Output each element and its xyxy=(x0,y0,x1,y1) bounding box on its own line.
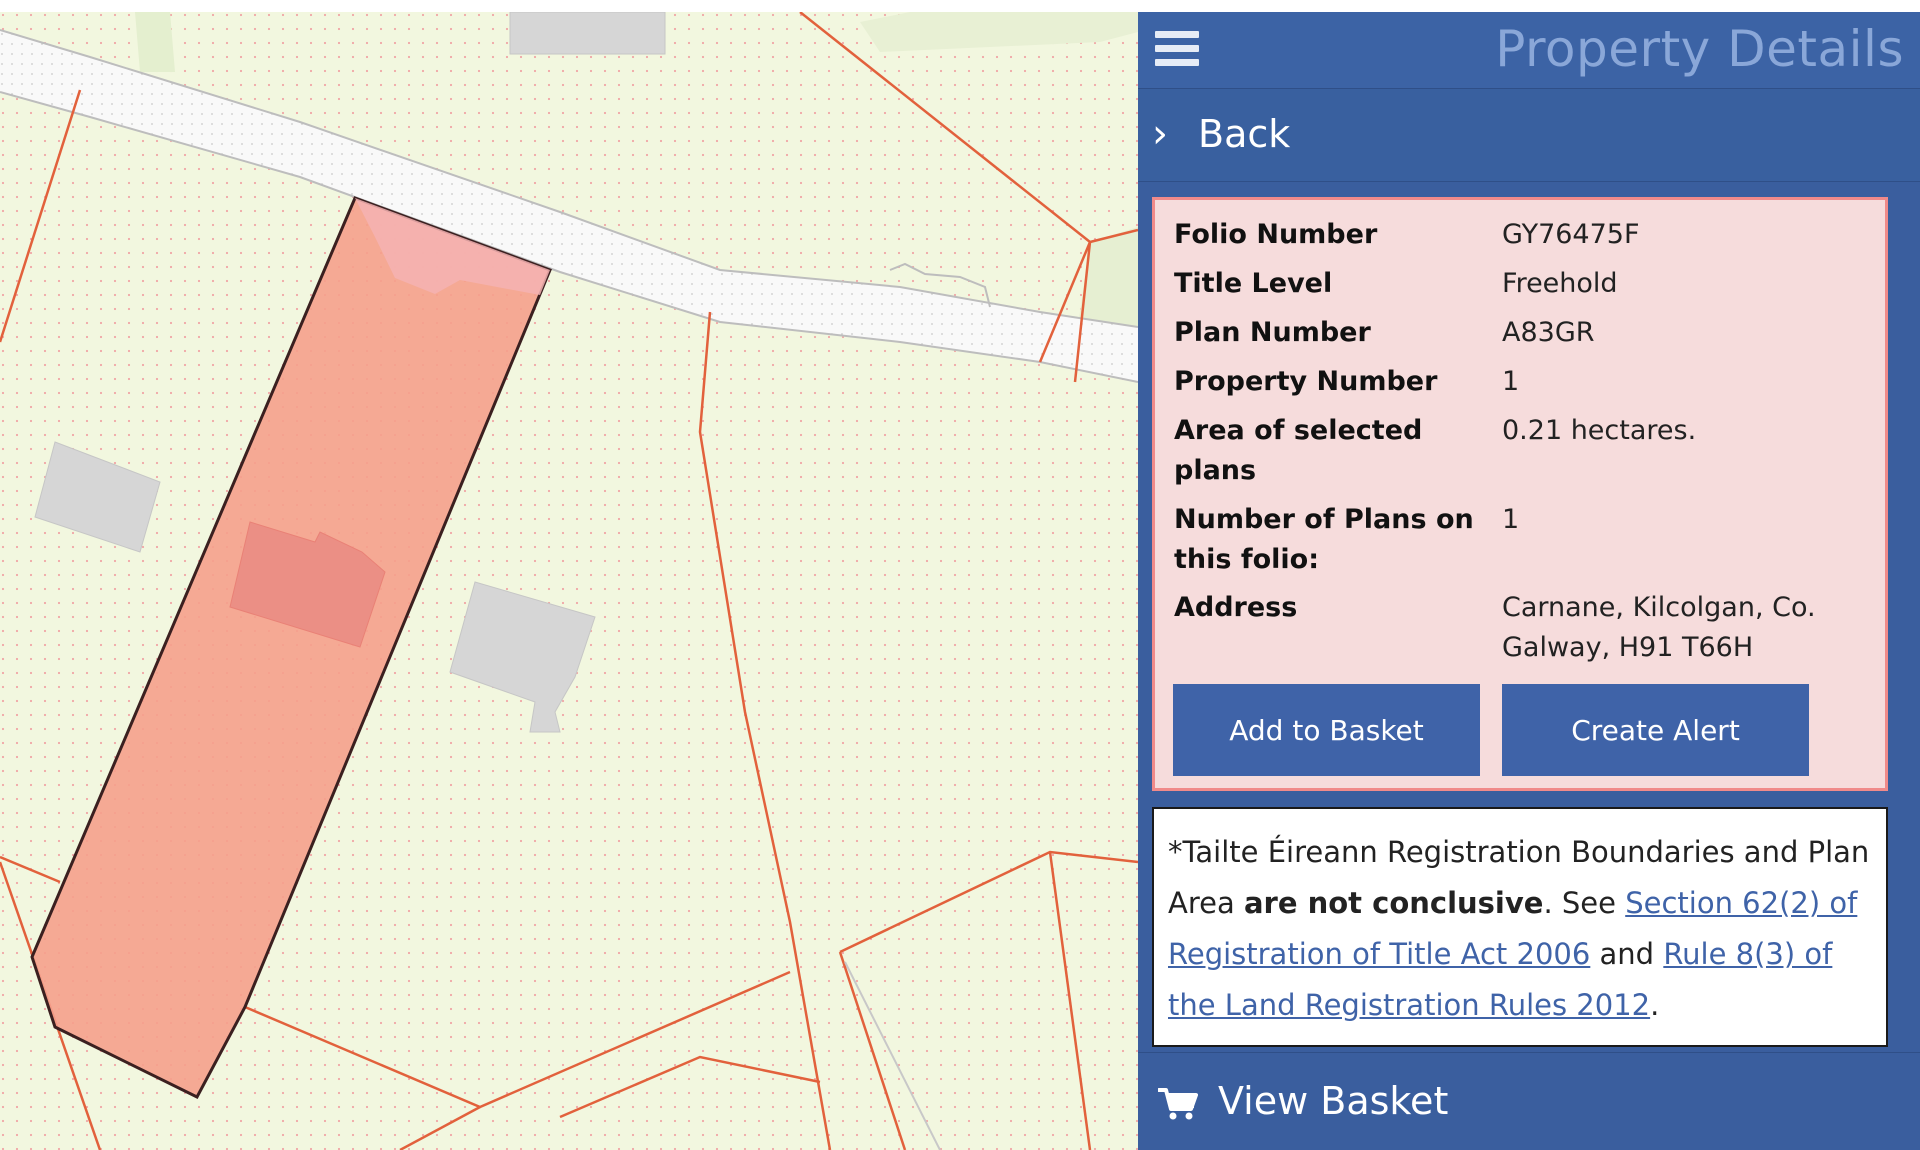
panel-title: Property Details xyxy=(1495,20,1904,78)
hamburger-menu-icon[interactable] xyxy=(1155,29,1199,69)
detail-value: 1 xyxy=(1502,366,1520,397)
detail-value: 1 xyxy=(1502,504,1520,535)
detail-label: Plan Number xyxy=(1174,317,1371,348)
create-alert-button[interactable]: Create Alert xyxy=(1502,684,1809,776)
panel-header: Property Details xyxy=(1138,12,1920,88)
detail-value: Carnane, Kilcolgan, Co. Galway, H91 T66H xyxy=(1502,592,1816,663)
map-view[interactable] xyxy=(0,12,1138,1150)
disclaimer-text: . xyxy=(1650,988,1660,1022)
disclaimer-text: . See xyxy=(1543,886,1626,920)
disclaimer-text: and xyxy=(1590,937,1664,971)
view-basket-button[interactable]: View Basket xyxy=(1138,1052,1920,1150)
back-label: Back xyxy=(1198,112,1291,156)
back-button[interactable]: › Back xyxy=(1138,88,1920,182)
green-strip xyxy=(135,12,175,72)
disclaimer-emphasis: are not conclusive xyxy=(1243,886,1544,920)
add-to-basket-button[interactable]: Add to Basket xyxy=(1173,684,1480,776)
property-details-card: Folio Number GY76475F Title Level Freeho… xyxy=(1152,197,1888,791)
detail-label: Address xyxy=(1174,592,1298,623)
map-canvas[interactable] xyxy=(0,12,1138,1150)
detail-label: Folio Number xyxy=(1174,219,1378,250)
detail-value: 0.21 hectares. xyxy=(1502,415,1697,446)
building xyxy=(509,12,666,55)
detail-label: Area of selected plans xyxy=(1174,415,1423,486)
chevron-right-icon: › xyxy=(1152,111,1168,157)
detail-value: A83GR xyxy=(1502,317,1595,348)
detail-value: GY76475F xyxy=(1502,219,1640,250)
shopping-cart-icon xyxy=(1158,1088,1198,1120)
detail-label: Title Level xyxy=(1174,268,1333,299)
view-basket-label: View Basket xyxy=(1218,1079,1449,1123)
detail-value: Freehold xyxy=(1502,268,1618,299)
detail-label: Number of Plans on this folio: xyxy=(1174,504,1474,575)
property-details-panel: Property Details › Back Folio Number GY7… xyxy=(1138,12,1920,1150)
disclaimer-box: *Tailte Éireann Registration Boundaries … xyxy=(1152,807,1888,1047)
detail-label: Property Number xyxy=(1174,366,1438,397)
